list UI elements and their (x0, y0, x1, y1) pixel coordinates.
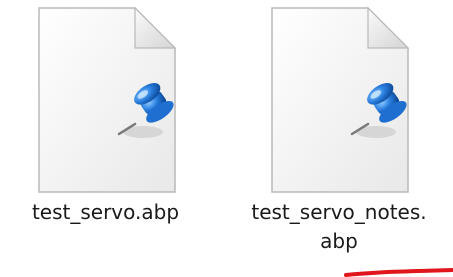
file-name-label: test_servo_notes. abp (251, 200, 427, 253)
file-name-label: test_servo.abp (31, 200, 180, 224)
file-item-test-servo-notes[interactable]: test_servo_notes. abp (246, 0, 432, 256)
red-annotation-stroke (344, 268, 453, 277)
pushpin-document-icon (270, 6, 412, 194)
pushpin-document-icon (37, 6, 178, 194)
file-item-test-servo[interactable]: test_servo.abp (18, 0, 193, 227)
